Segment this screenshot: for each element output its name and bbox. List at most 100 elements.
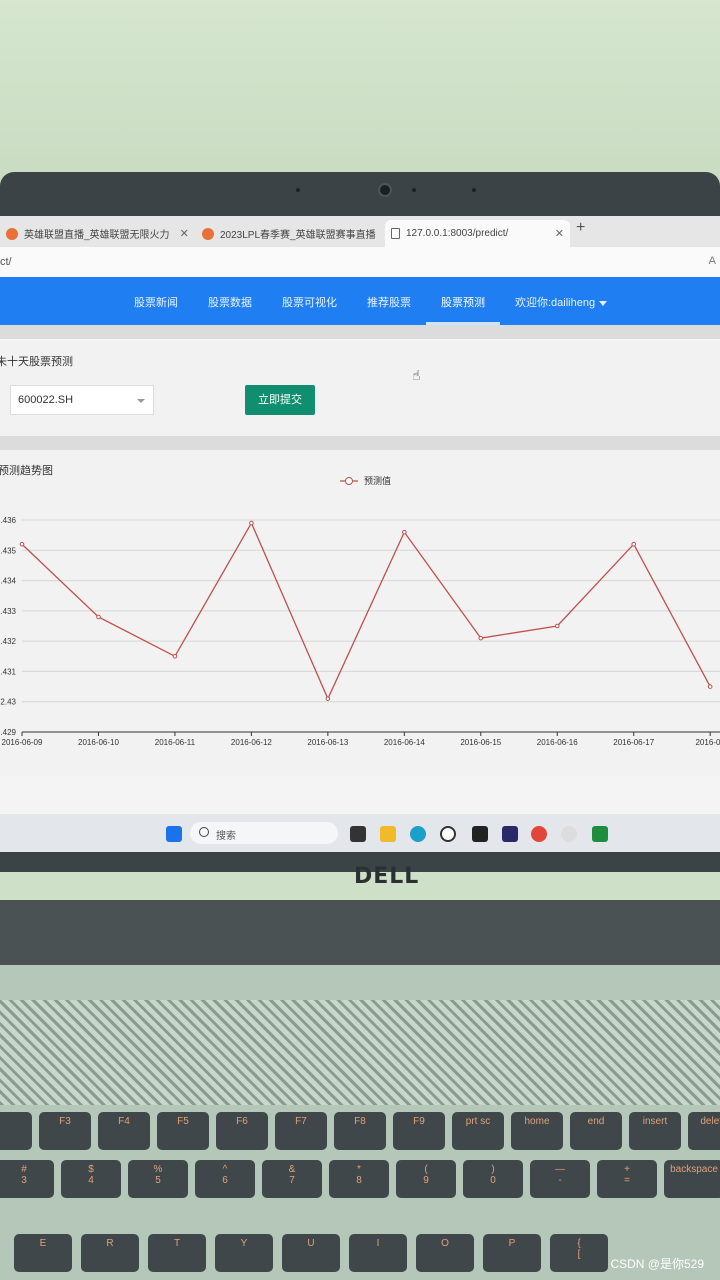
- keyboard-key: * 8: [329, 1160, 389, 1198]
- x-tick-label: 2016-06-16: [537, 738, 578, 747]
- y-tick-label: 2.434: [0, 577, 17, 586]
- x-tick-label: 2016-06-11: [155, 738, 196, 747]
- chart-panel: 预测趋势图 2.4292.432.4312.4322.4332.4342.435…: [0, 450, 720, 776]
- taskbar-search[interactable]: 搜索: [190, 822, 338, 844]
- ide-icon[interactable]: [502, 826, 518, 842]
- search-placeholder: 搜索: [216, 831, 236, 842]
- keyboard-key: home: [511, 1112, 563, 1150]
- predict-form-panel: 未十天股票预测 600022.SH 立即提交: [0, 341, 720, 436]
- keyboard-key: { [: [550, 1234, 608, 1272]
- chevron-down-icon: [137, 399, 145, 403]
- welcome-text: 欢迎你:dailiheng: [515, 297, 596, 309]
- x-tick-label: 2016-06-17: [613, 738, 654, 747]
- site-favicon-icon: [6, 227, 18, 240]
- task-view-icon[interactable]: [350, 826, 366, 842]
- dell-logo: DELL: [354, 864, 420, 889]
- keyboard-key: F4: [98, 1112, 150, 1150]
- tab-lpl[interactable]: 2023LPL春季赛_英雄联盟赛事直播 ✕: [196, 220, 382, 247]
- app-icon[interactable]: [561, 826, 577, 842]
- pycharm-icon[interactable]: [592, 826, 608, 842]
- data-point: [631, 541, 637, 547]
- new-tab-icon[interactable]: +: [576, 219, 585, 237]
- keyboard-key: P: [483, 1234, 541, 1272]
- tab-title: 127.0.0.1:8003/predict/: [406, 228, 509, 239]
- dell-app-icon[interactable]: [440, 826, 456, 842]
- data-point: [325, 696, 331, 701]
- divider: [0, 325, 720, 339]
- keyboard-key: O: [416, 1234, 474, 1272]
- speaker-grille: [0, 1000, 720, 1105]
- y-tick-label: 2.433: [0, 607, 17, 616]
- windows-start-icon[interactable]: [166, 826, 182, 842]
- keyboard-key: prt sc: [452, 1112, 504, 1150]
- page-icon: [391, 228, 400, 239]
- wall-background: [0, 0, 720, 180]
- y-tick-label: 2.436: [0, 516, 17, 525]
- x-tick-label: 2016-06-15: [460, 738, 501, 747]
- browser-tab-bar: 英雄联盟直播_英雄联盟无限火力 ✕ 2023LPL春季赛_英雄联盟赛事直播 ✕ …: [0, 216, 720, 247]
- keyboard-key: F9: [393, 1112, 445, 1150]
- file-explorer-icon[interactable]: [380, 826, 396, 842]
- keyboard-key: backspace: [664, 1160, 720, 1198]
- keyboard-key: end: [570, 1112, 622, 1150]
- keyboard-key: + =: [597, 1160, 657, 1198]
- reader-icon[interactable]: A: [709, 255, 716, 267]
- x-tick-label: 2016-06-14: [384, 738, 425, 747]
- nav-item-predict[interactable]: 股票预测: [441, 294, 485, 310]
- hand-cursor-icon: ☝: [412, 367, 421, 383]
- keyboard-key: ( 9: [396, 1160, 456, 1198]
- tab-lol-live[interactable]: 英雄联盟直播_英雄联盟无限火力 ✕: [0, 220, 192, 247]
- y-tick-label: 2.435: [0, 546, 17, 555]
- nav-item-recommend[interactable]: 推荐股票: [367, 294, 411, 310]
- sensor-dot: [296, 188, 300, 192]
- chrome-icon[interactable]: [531, 826, 547, 842]
- y-tick-label: 2.431: [0, 667, 17, 676]
- keyboard-key: [0, 1112, 32, 1150]
- data-point: [707, 684, 713, 689]
- screen: 英雄联盟直播_英雄联盟无限火力 ✕ 2023LPL春季赛_英雄联盟赛事直播 ✕ …: [0, 216, 720, 852]
- data-point: [478, 635, 484, 641]
- line-chart: 2.429 2.43 2.431 2.432 2.433 2.434 2.435 2.436 2…: [0, 475, 720, 747]
- taskbar: 搜索: [0, 814, 720, 852]
- legend-marker: [345, 477, 353, 485]
- keyboard-key: I: [349, 1234, 407, 1272]
- keyboard-key: Y: [215, 1234, 273, 1272]
- keyboard-key: F8: [334, 1112, 386, 1150]
- close-icon[interactable]: ✕: [180, 227, 189, 240]
- keyboard-key: # 3: [0, 1160, 54, 1198]
- y-tick-label: 2.43: [0, 698, 16, 707]
- keyboard-key: $ 4: [61, 1160, 121, 1198]
- keyboard-key: F5: [157, 1112, 209, 1150]
- nav-item-visual[interactable]: 股票可视化: [282, 294, 337, 310]
- keyboard-key: delete: [688, 1112, 720, 1150]
- terminal-icon[interactable]: [472, 826, 488, 842]
- nav-item-news[interactable]: 股票新闻: [134, 294, 178, 310]
- tab-title: 2023LPL春季赛_英雄联盟赛事直播: [220, 230, 376, 241]
- data-point: [249, 520, 254, 526]
- submit-button[interactable]: 立即提交: [245, 385, 315, 415]
- watermark: CSDN @是你529: [610, 1257, 704, 1271]
- keyboard-key: R: [81, 1234, 139, 1272]
- stock-select-value: 600022.SH: [18, 394, 74, 406]
- nav-item-data[interactable]: 股票数据: [208, 294, 252, 310]
- x-tick-label: 2016-06-10: [78, 738, 119, 747]
- edge-icon[interactable]: [410, 826, 426, 842]
- panel-title: 未十天股票预测: [0, 356, 73, 368]
- keyboard-key: F7: [275, 1112, 327, 1150]
- y-tick-label: 2.429: [0, 728, 17, 737]
- webcam: [378, 183, 392, 197]
- chevron-down-icon: [599, 300, 608, 306]
- stock-select[interactable]: 600022.SH: [10, 385, 154, 415]
- keyboard-key: F6: [216, 1112, 268, 1150]
- keyboard-key: U: [282, 1234, 340, 1272]
- close-icon[interactable]: ✕: [555, 227, 564, 240]
- user-menu[interactable]: 欢迎你:dailiheng: [515, 294, 608, 310]
- sensor-dot: [472, 188, 476, 192]
- y-tick-label: 2.432: [0, 637, 17, 646]
- keyboard-key: insert: [629, 1112, 681, 1150]
- top-nav: 股票新闻 股票数据 股票可视化 推荐股票 股票预测 欢迎你:dailiheng: [0, 277, 720, 325]
- keyboard-key: ) 0: [463, 1160, 523, 1198]
- keyboard-key: F3: [39, 1112, 91, 1150]
- tab-predict[interactable]: 127.0.0.1:8003/predict/ ✕: [385, 220, 570, 247]
- address-bar[interactable]: ct/ A: [0, 247, 720, 277]
